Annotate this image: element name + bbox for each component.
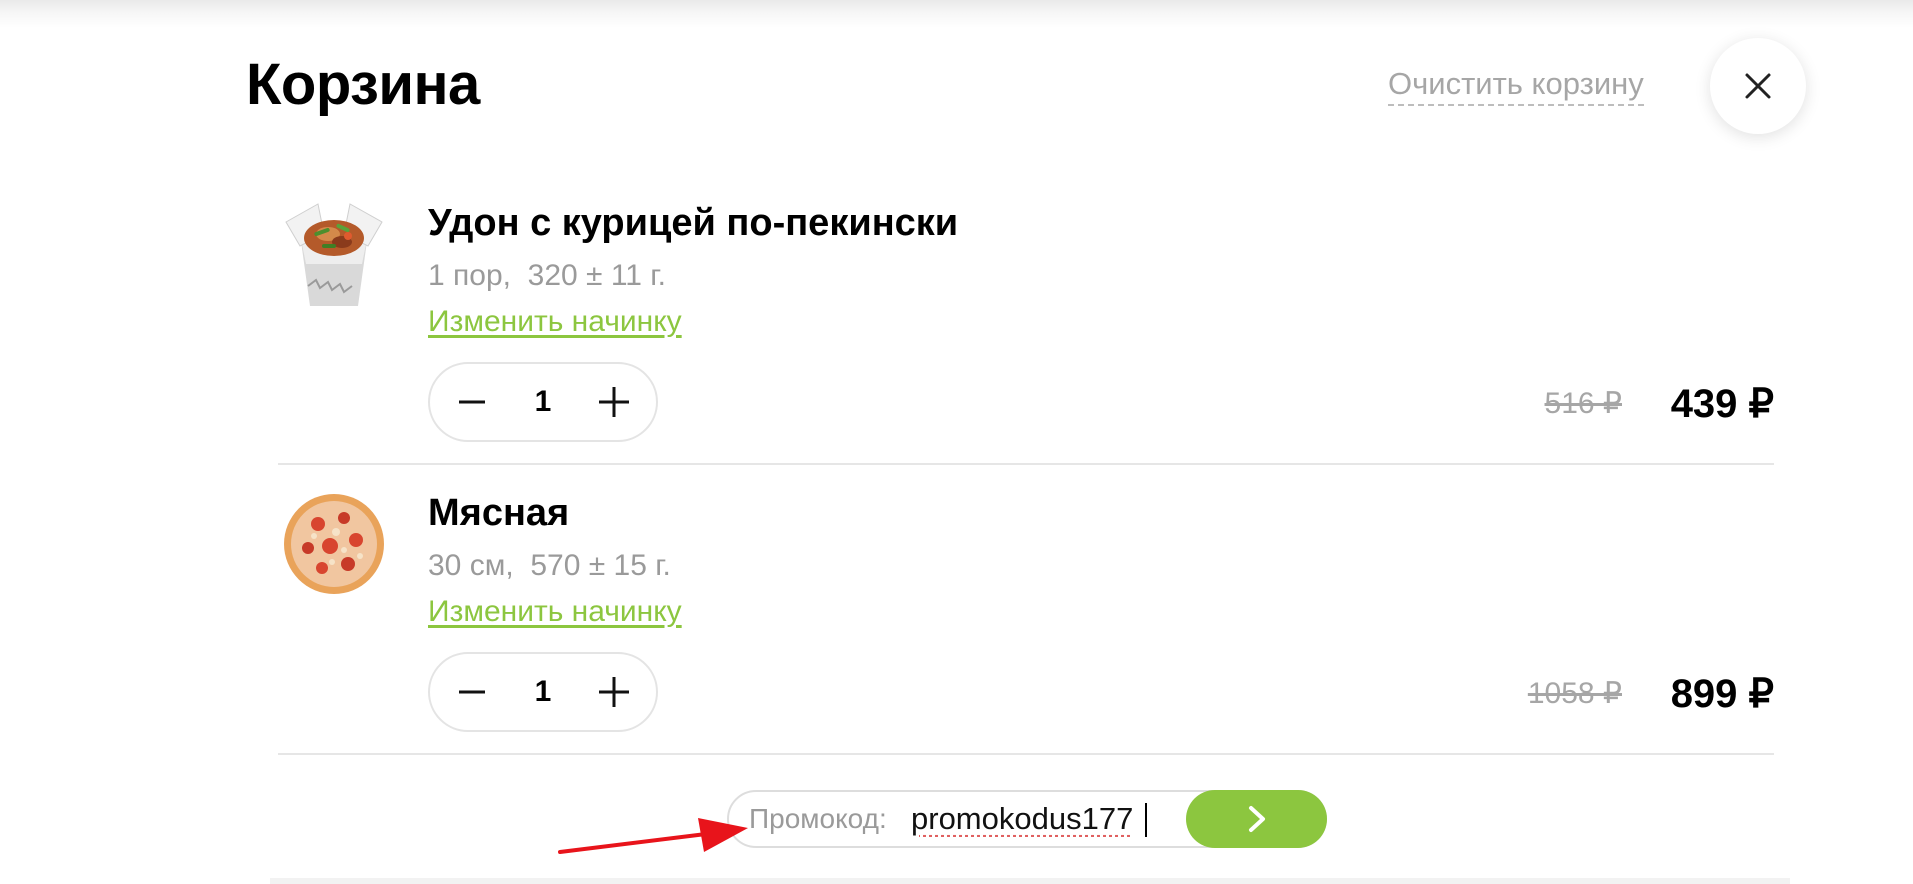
close-icon [1745, 73, 1771, 99]
item-meta: 30 см, 570 ± 15 г. [428, 549, 671, 582]
increase-button[interactable] [594, 672, 634, 712]
plus-icon [599, 677, 629, 707]
item-name: Мясная [428, 492, 570, 534]
quantity-stepper: 1 [428, 362, 658, 442]
pizza-image [278, 488, 390, 600]
cart-item: Удон с курицей по-пекински 1 пор, 320 ± … [278, 190, 1774, 460]
item-divider [278, 463, 1774, 465]
increase-button[interactable] [594, 382, 634, 422]
item-name: Удон с курицей по-пекински [428, 202, 959, 244]
annotation-arrow-icon [558, 818, 748, 854]
decrease-button[interactable] [452, 672, 492, 712]
decrease-button[interactable] [452, 382, 492, 422]
change-filling-link[interactable]: Изменить начинку [428, 304, 682, 340]
top-shadow [0, 0, 1913, 28]
quantity-value: 1 [534, 385, 552, 418]
plus-icon [599, 387, 629, 417]
item-meta: 1 пор, 320 ± 11 г. [428, 259, 666, 292]
page-title: Корзина [246, 52, 480, 117]
udon-box-image [278, 194, 390, 306]
promo-code-input[interactable] [911, 798, 1143, 840]
cart-item: Мясная 30 см, 570 ± 15 г. Изменить начин… [278, 480, 1774, 750]
quantity-value: 1 [534, 675, 552, 708]
promo-code-box: Промокод: [727, 790, 1327, 848]
change-filling-link[interactable]: Изменить начинку [428, 594, 682, 630]
promo-label: Промокод: [749, 803, 887, 834]
item-price: 899 ₽ [1670, 672, 1774, 716]
minus-icon [459, 690, 485, 694]
item-price: 439 ₽ [1670, 382, 1774, 426]
old-price: 516 ₽ [1544, 387, 1622, 420]
text-caret [1145, 803, 1147, 837]
old-price: 1058 ₽ [1527, 677, 1622, 710]
promo-submit-button[interactable] [1186, 790, 1327, 848]
minus-icon [459, 400, 485, 404]
bottom-edge [270, 878, 1790, 884]
chevron-right-icon [1248, 806, 1265, 832]
item-divider [278, 753, 1774, 755]
quantity-stepper: 1 [428, 652, 658, 732]
clear-cart-link[interactable]: Очистить корзину [1388, 64, 1644, 106]
close-button[interactable] [1710, 38, 1806, 134]
